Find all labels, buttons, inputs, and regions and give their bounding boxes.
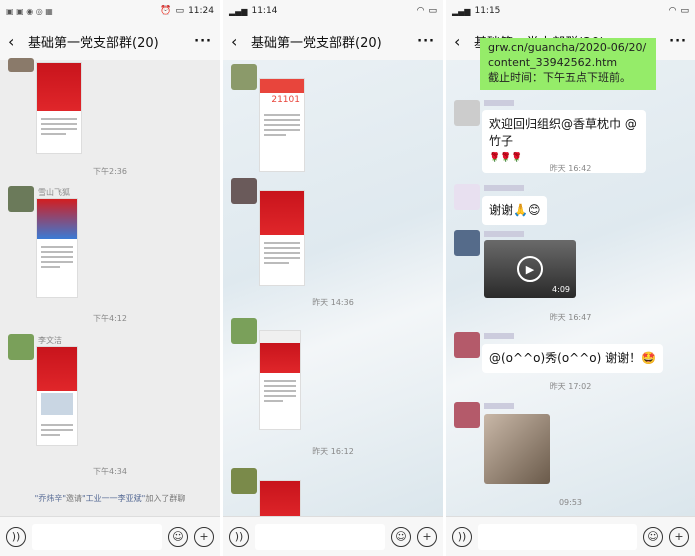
shared-article-image[interactable] (36, 62, 82, 154)
shared-article-image[interactable] (259, 190, 305, 286)
message-text: 欢迎回归组织@香草枕巾 @竹子 (489, 117, 637, 148)
more-icon[interactable]: ··· (194, 34, 212, 49)
timestamp: 昨天 16:12 (312, 447, 354, 456)
shared-article-image[interactable] (259, 330, 301, 430)
avatar[interactable] (454, 332, 480, 358)
voice-icon[interactable]: )) (229, 526, 249, 547)
score-value: 21101 (271, 95, 300, 105)
sender-name (484, 100, 514, 106)
message-text: @(o^^o)秀(o^^o) 谢谢！🤩 (489, 351, 657, 365)
sender-name (484, 403, 514, 409)
avatar[interactable] (231, 64, 257, 90)
sys-inviter[interactable]: "乔炜辛" (35, 494, 66, 503)
plus-icon[interactable]: + (417, 526, 437, 547)
message-text: 截止时间：下午五点下班前。 (488, 71, 631, 84)
sender-name (484, 185, 524, 191)
sys-invitee[interactable]: "工业一一李亚斌" (82, 494, 145, 503)
input-bar: )) ☺ + (0, 516, 220, 556)
video-message[interactable]: ▶ 4:09 (484, 240, 576, 298)
chat-panel-3: ▂▄▆ 11:15 ◠▭ ‹ 基础第一党支部群(20) ··· grw.cn/g… (446, 0, 695, 556)
sys-verb: 邀请 (66, 494, 82, 503)
timestamp: 下午4:34 (93, 467, 127, 476)
avatar[interactable] (231, 178, 257, 204)
more-icon[interactable]: ··· (417, 34, 435, 49)
video-duration: 4:09 (552, 285, 570, 294)
shared-screenshot[interactable]: 21101 (259, 78, 305, 172)
shared-article-image[interactable] (36, 346, 78, 446)
avatar[interactable] (454, 184, 480, 210)
message-text: 谢谢🙏😊 (489, 203, 541, 217)
avatar[interactable] (231, 468, 257, 494)
plus-icon[interactable]: + (669, 526, 689, 547)
sender-name: 李文洁 (38, 336, 62, 345)
status-bar: ▂▄▆ 11:15 ◠ ▭ (446, 0, 695, 22)
battery-icon: ▭ (175, 6, 185, 16)
emoji-icon[interactable]: ☺ (168, 526, 188, 547)
chevron-left-icon[interactable]: ‹ (8, 32, 24, 51)
avatar[interactable] (454, 100, 480, 126)
avatar[interactable] (454, 230, 480, 256)
alarm-icon: ⏰ (160, 6, 172, 16)
emoji-icon[interactable]: ☺ (391, 526, 411, 547)
message-input[interactable] (255, 523, 385, 550)
avatar[interactable] (454, 402, 480, 428)
plus-icon[interactable]: + (194, 526, 214, 547)
emoji-icon[interactable]: ☺ (643, 526, 663, 547)
input-bar: )) ☺ + (446, 516, 695, 556)
timestamp: 昨天 16:47 (549, 313, 592, 322)
timestamp: 昨天 17:02 (549, 382, 592, 391)
sys-suffix: 加入了群聊 (145, 494, 186, 503)
chat-title: 基础第一党支部群(20) (251, 35, 382, 51)
signal-icon: ▂▄▆ (229, 6, 248, 16)
chat-bubble[interactable]: 谢谢🙏😊 (482, 196, 548, 225)
avatar[interactable] (231, 318, 257, 344)
sender-name (484, 333, 514, 339)
voice-icon[interactable]: )) (452, 526, 472, 547)
voice-icon[interactable]: )) (6, 526, 26, 547)
wifi-icon: ◠ (416, 6, 425, 16)
avatar[interactable] (8, 58, 34, 72)
status-time: 11:24 (188, 6, 214, 16)
status-time: 11:15 (474, 6, 501, 16)
image-message[interactable] (484, 414, 550, 484)
wifi-icon: ◠ (668, 6, 677, 16)
shared-article-image[interactable] (259, 480, 301, 521)
timestamp: 下午4:12 (93, 314, 127, 323)
timestamp: 昨天 16:42 (549, 164, 592, 173)
timestamp: 昨天 14:36 (312, 298, 354, 307)
status-time: 11:14 (251, 6, 278, 16)
signal-icon: ▂▄▆ (452, 6, 471, 16)
status-icons-left: ▣ ▣ ◉ ◎ ▦ (6, 6, 53, 16)
chat-panel-1: ▣ ▣ ◉ ◎ ▦ ⏰ ▭ 11:24 ‹ 基础第一党支部群(20) ··· 下午2… (0, 0, 220, 556)
input-bar: )) ☺ + (223, 516, 443, 556)
chat-header: ‹ 基础第一党支部群(20) ··· (223, 22, 443, 60)
chat-header: ‹ 基础第一党支部群(20) ··· (0, 22, 220, 60)
timestamp: 下午2:36 (93, 167, 127, 176)
more-icon[interactable]: ··· (669, 34, 687, 49)
message-text: grw.cn/guancha/2020-06/20/content_339425… (488, 41, 647, 69)
avatar[interactable] (8, 334, 34, 360)
battery-icon: ▭ (680, 6, 689, 16)
avatar[interactable] (8, 186, 34, 212)
system-message: "乔炜辛"邀请"工业一一李亚斌"加入了群聊 (0, 493, 220, 504)
shared-article-image[interactable] (36, 198, 78, 298)
battery-icon: ▭ (428, 6, 437, 16)
timestamp: 09:53 (558, 498, 583, 507)
message-input[interactable] (32, 523, 162, 550)
status-bar: ▂▄▆ 11:14 ◠ ▭ (223, 0, 443, 22)
status-bar: ▣ ▣ ◉ ◎ ▦ ⏰ ▭ 11:24 (0, 0, 220, 22)
sender-name: 雪山飞狐 (38, 188, 70, 197)
chevron-left-icon[interactable]: ‹ (231, 32, 247, 51)
chat-title: 基础第一党支部群(20) (28, 35, 159, 51)
message-input[interactable] (478, 523, 637, 550)
chat-bubble[interactable]: @(o^^o)秀(o^^o) 谢谢！🤩 (482, 344, 664, 373)
own-message-bubble[interactable]: grw.cn/guancha/2020-06/20/content_339425… (480, 38, 656, 90)
sender-name (484, 231, 524, 237)
chat-panel-2: ▂▄▆ 11:14 ◠ ▭ ‹ 基础第一党支部群(20) ··· 21101 昨天… (223, 0, 443, 556)
chevron-left-icon[interactable]: ‹ (454, 32, 470, 51)
play-icon[interactable]: ▶ (517, 256, 543, 282)
